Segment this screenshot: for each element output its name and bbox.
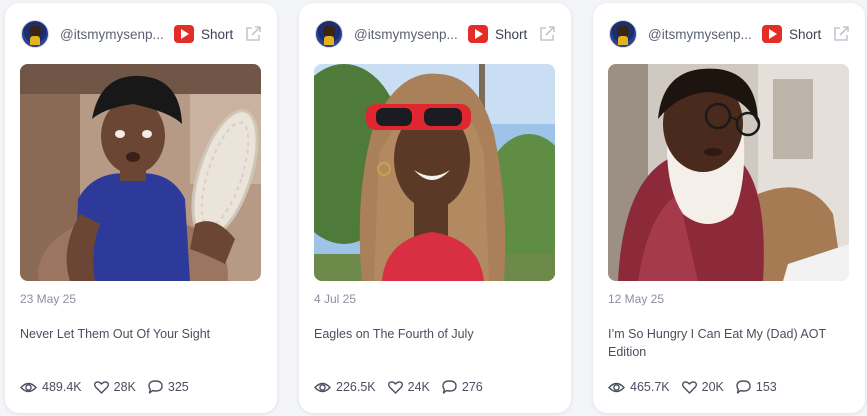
- post-date: 23 May 25: [20, 292, 77, 306]
- eye-icon: [314, 382, 331, 392]
- heart-icon: [93, 380, 109, 394]
- youtube-icon: [174, 25, 194, 43]
- platform-label: Short: [495, 26, 528, 42]
- engagement-stats: 489.4K 28K 325: [20, 378, 201, 396]
- engagement-stats: 226.5K 24K 276: [314, 378, 495, 396]
- comment-icon: [148, 380, 163, 394]
- likes-stat: 24K: [387, 380, 430, 394]
- engagement-stats: 465.7K 20K 153: [608, 378, 789, 396]
- video-thumbnail[interactable]: [608, 64, 849, 281]
- comments-count: 153: [755, 380, 777, 394]
- likes-count: 24K: [407, 380, 430, 394]
- post-date: 4 Jul 25: [314, 292, 357, 306]
- eye-icon: [20, 382, 37, 392]
- views-stat: 226.5K: [314, 380, 376, 394]
- video-card[interactable]: @itsmymysenp... Short 4 Jul 25 Eagles on…: [299, 3, 571, 413]
- external-link-icon[interactable]: [832, 25, 850, 43]
- platform-label: Short: [201, 26, 234, 42]
- external-link-icon[interactable]: [538, 25, 556, 43]
- video-card[interactable]: @itsmymysenp... Short 23 May 25 Never Le…: [5, 3, 277, 413]
- views-stat: 489.4K: [20, 380, 82, 394]
- video-title[interactable]: Never Let Them Out Of Your Sight: [20, 325, 259, 343]
- avatar[interactable]: [21, 20, 49, 48]
- comments-stat: 153: [736, 380, 777, 394]
- heart-icon: [681, 380, 697, 394]
- heart-icon: [387, 380, 403, 394]
- likes-count: 20K: [701, 380, 724, 394]
- video-thumbnail[interactable]: [314, 64, 555, 281]
- channel-handle[interactable]: @itsmymysenp...: [354, 27, 458, 42]
- avatar[interactable]: [315, 20, 343, 48]
- views-count: 465.7K: [630, 380, 670, 394]
- comments-count: 325: [167, 380, 189, 394]
- comment-icon: [442, 380, 457, 394]
- likes-stat: 28K: [93, 380, 136, 394]
- channel-handle[interactable]: @itsmymysenp...: [60, 27, 164, 42]
- external-link-icon[interactable]: [244, 25, 262, 43]
- channel-handle[interactable]: @itsmymysenp...: [648, 27, 752, 42]
- likes-count: 28K: [113, 380, 136, 394]
- video-thumbnail[interactable]: [20, 64, 261, 281]
- video-title[interactable]: Eagles on The Fourth of July: [314, 325, 553, 343]
- eye-icon: [608, 382, 625, 392]
- views-count: 226.5K: [336, 380, 376, 394]
- video-title[interactable]: I’m So Hungry I Can Eat My (Dad) AOT Edi…: [608, 325, 847, 361]
- youtube-icon: [468, 25, 488, 43]
- views-stat: 465.7K: [608, 380, 670, 394]
- card-header: @itsmymysenp... Short: [315, 19, 557, 49]
- card-header: @itsmymysenp... Short: [21, 19, 263, 49]
- avatar[interactable]: [609, 20, 637, 48]
- post-date: 12 May 25: [608, 292, 665, 306]
- card-header: @itsmymysenp... Short: [609, 19, 851, 49]
- comments-stat: 276: [442, 380, 483, 394]
- comments-count: 276: [461, 380, 483, 394]
- likes-stat: 20K: [681, 380, 724, 394]
- views-count: 489.4K: [42, 380, 82, 394]
- platform-label: Short: [789, 26, 822, 42]
- comments-stat: 325: [148, 380, 189, 394]
- youtube-icon: [762, 25, 782, 43]
- comment-icon: [736, 380, 751, 394]
- video-card[interactable]: @itsmymysenp... Short 12 May 25 I’m So H…: [593, 3, 865, 413]
